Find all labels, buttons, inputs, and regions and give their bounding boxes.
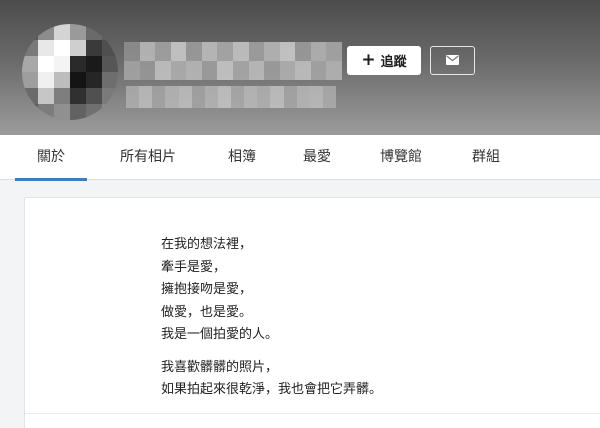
bio-line: 如果拍起來很乾淨，我也會把它弄髒。 — [161, 382, 383, 397]
tab-all-photos[interactable]: 所有相片 — [103, 135, 193, 180]
bio-line: 在我的想法裡， — [161, 237, 253, 252]
profile-name-blurred — [124, 42, 342, 80]
profile-header: + 追蹤 — [0, 0, 600, 135]
tab-label: 最愛 — [303, 149, 331, 165]
tab-about[interactable]: 關於 — [15, 135, 87, 181]
tab-label: 博覽館 — [380, 149, 422, 165]
tab-albums[interactable]: 相簿 — [210, 135, 274, 180]
message-button[interactable] — [430, 46, 475, 75]
tab-label: 相簿 — [228, 149, 256, 165]
profile-tabs: 關於 所有相片 相簿 最愛 博覽館 群組 — [0, 135, 600, 181]
card-divider — [25, 413, 600, 414]
follow-button[interactable]: + 追蹤 — [347, 46, 421, 75]
bio-line: 做愛，也是愛。 — [161, 304, 253, 320]
bio-line: 我喜歡髒髒的照片， — [161, 359, 279, 375]
about-card: 在我的想法裡， 牽手是愛， 擁抱接吻是愛， 做愛，也是愛。 我是一個拍愛的人。 … — [24, 197, 600, 428]
tab-groups[interactable]: 群組 — [454, 135, 518, 180]
tab-label: 群組 — [472, 149, 500, 165]
avatar[interactable] — [22, 24, 118, 120]
tab-label: 關於 — [37, 149, 65, 165]
tab-exhibition[interactable]: 博覽館 — [362, 135, 440, 180]
tab-label: 所有相片 — [120, 149, 176, 165]
envelope-icon — [446, 53, 459, 68]
follow-label: 追蹤 — [380, 55, 407, 70]
plus-icon: + — [361, 50, 376, 70]
bio-line: 我是一個拍愛的人。 — [161, 327, 279, 342]
bio-line: 牽手是愛， — [161, 259, 227, 275]
profile-meta-blurred — [126, 86, 336, 108]
tab-favorites[interactable]: 最愛 — [285, 135, 349, 180]
bio-line: 擁抱接吻是愛， — [161, 282, 253, 297]
about-bio: 在我的想法裡， 牽手是愛， 擁抱接吻是愛， 做愛，也是愛。 我是一個拍愛的人。 … — [161, 234, 382, 402]
